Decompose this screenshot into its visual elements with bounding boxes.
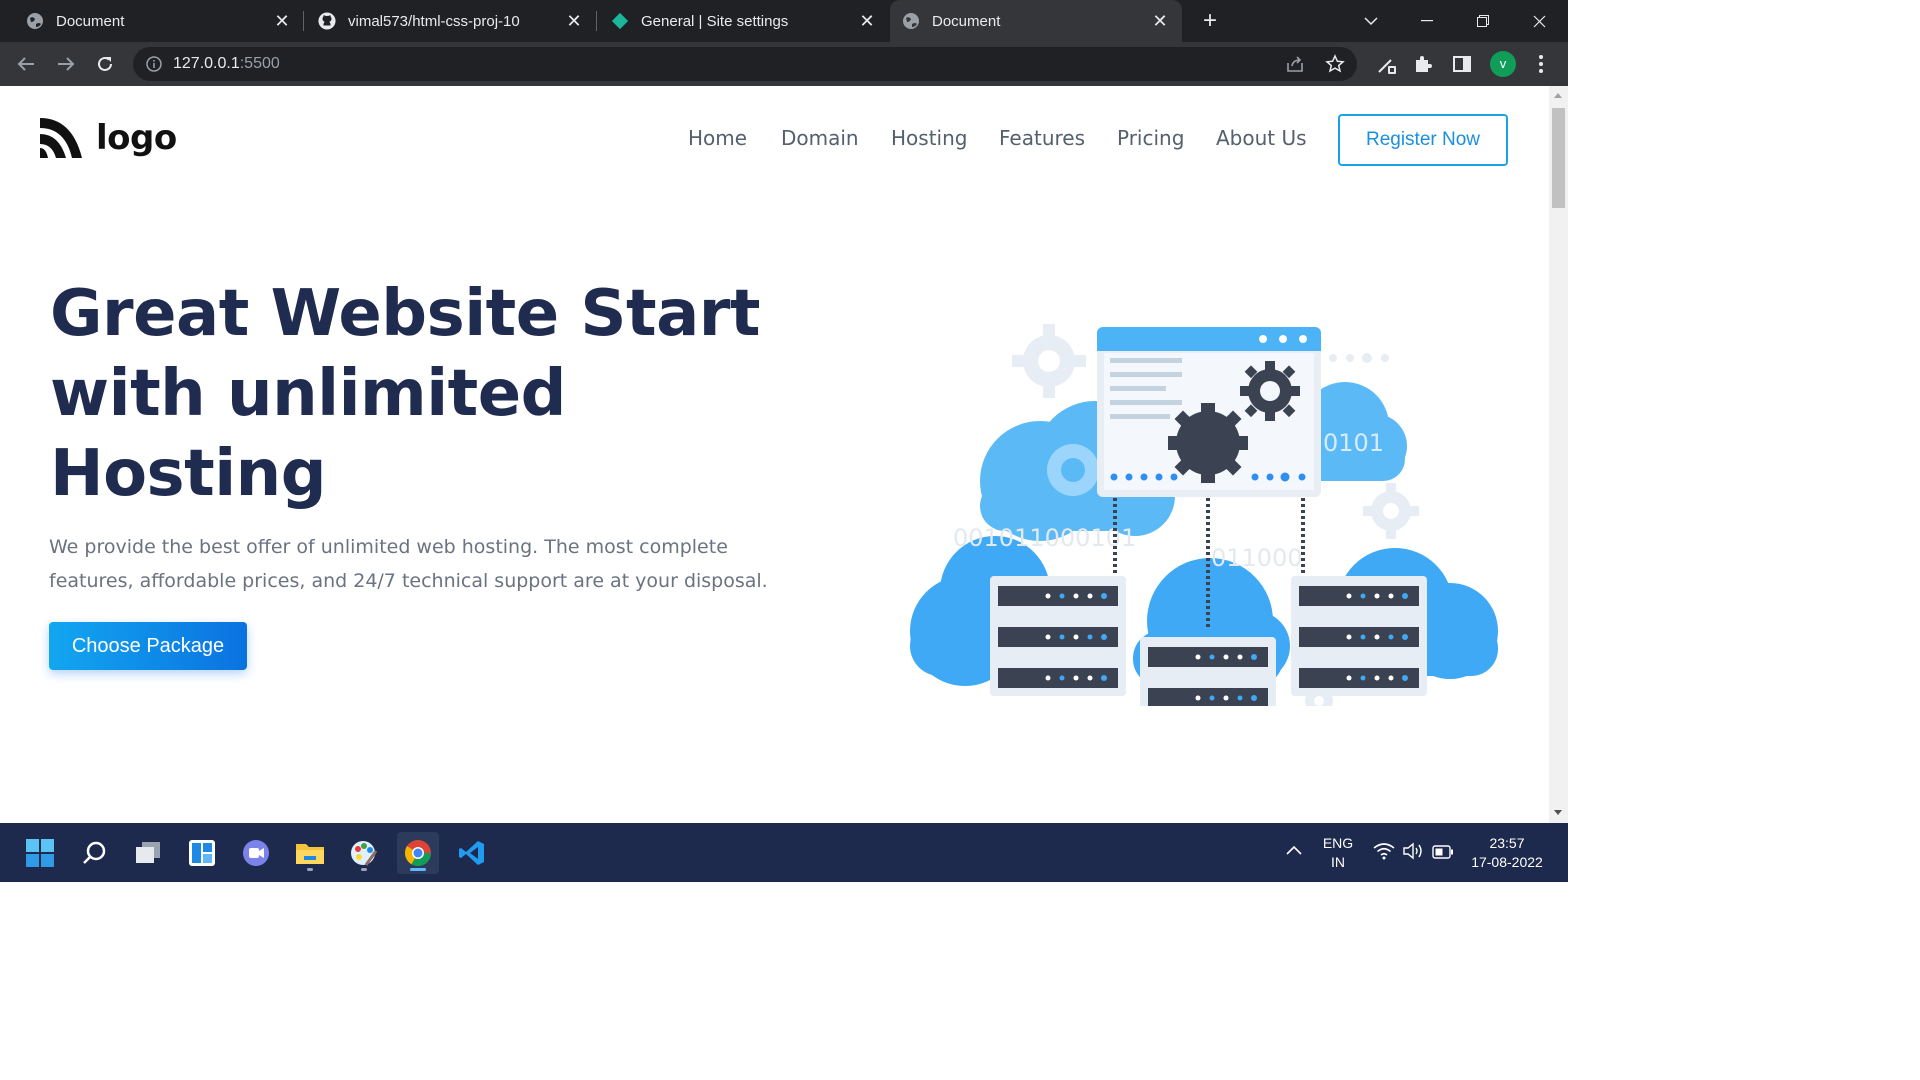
page-scrollbar[interactable] (1549, 86, 1568, 823)
tab-separator (596, 11, 597, 31)
show-hidden-icons-chevron-icon[interactable] (1285, 843, 1303, 861)
browser-tab-3[interactable]: General | Site settings ✕ (599, 0, 889, 42)
close-tab-icon[interactable]: ✕ (857, 11, 877, 31)
active-indicator (410, 868, 426, 871)
task-view-icon[interactable] (127, 832, 169, 874)
running-indicator (361, 868, 367, 871)
diamond-icon (611, 12, 629, 30)
input-language-indicator[interactable]: ENG IN (1318, 834, 1358, 872)
chrome-icon[interactable] (397, 832, 439, 874)
nav-link-home[interactable]: Home (688, 126, 747, 150)
side-panel-icon[interactable] (1448, 50, 1476, 78)
server-rack-right (1291, 576, 1427, 696)
binary-text: 001011000101 (953, 524, 1136, 552)
browser-toolbar: 127.0.0.1:5500 (0, 42, 1568, 86)
teams-chat-icon[interactable] (235, 832, 277, 874)
scrollbar-thumb[interactable] (1552, 108, 1565, 208)
gear-icon (1012, 324, 1086, 398)
volume-icon[interactable] (1402, 842, 1424, 865)
choose-package-button[interactable]: Choose Package (49, 622, 247, 670)
share-icon[interactable] (1285, 55, 1305, 78)
scroll-up-icon[interactable] (1554, 93, 1562, 98)
clock[interactable]: 23:57 17-08-2022 (1462, 834, 1552, 872)
more-menu-icon[interactable] (1527, 50, 1555, 78)
nav-link-domain[interactable]: Domain (781, 126, 859, 150)
close-tab-icon[interactable]: ✕ (1150, 11, 1170, 31)
web-page: logo Home Domain Hosting Features Pricin… (0, 86, 1549, 823)
close-tab-icon[interactable]: ✕ (272, 11, 292, 31)
tab-title: vimal573/html-css-proj-10 (348, 12, 520, 30)
nav-link-pricing[interactable]: Pricing (1117, 126, 1184, 150)
browser-tab-4-active[interactable]: Document ✕ (890, 0, 1182, 42)
windows-start-icon[interactable] (19, 832, 61, 874)
tab-separator (303, 11, 304, 31)
tab-title: Document (56, 12, 125, 30)
browser-window-graphic (1097, 327, 1321, 497)
extensions-puzzle-icon[interactable] (1409, 50, 1437, 78)
running-indicator (307, 868, 313, 871)
nav-link-about-us[interactable]: About Us (1216, 126, 1307, 150)
gear-icon (1168, 403, 1248, 483)
browser-tab-2[interactable]: vimal573/html-css-proj-10 ✕ (306, 0, 596, 42)
binary-text: 011000 (1211, 544, 1303, 572)
back-icon[interactable] (12, 50, 40, 78)
paint-app-icon[interactable] (343, 832, 385, 874)
logo-text: logo (96, 118, 177, 158)
site-info-icon[interactable] (145, 55, 163, 73)
hero-title: Great Website Start with unlimited Hosti… (50, 277, 760, 511)
profile-avatar[interactable]: v (1490, 51, 1516, 77)
logo-mark-icon (40, 118, 82, 158)
tab-title: General | Site settings (641, 12, 789, 30)
nav-link-hosting[interactable]: Hosting (891, 126, 967, 150)
windows-taskbar: ENG IN 23:57 17-08-2022 (0, 823, 1568, 882)
server-rack-center (1140, 637, 1276, 706)
bookmark-star-icon[interactable] (1325, 54, 1345, 79)
register-now-button[interactable]: Register Now (1338, 114, 1508, 166)
github-icon (318, 12, 336, 30)
browser-tab-1[interactable]: Document ✕ (14, 0, 304, 42)
cloud-hosting-illustration: 0101 001011000101 011000 0010101 (910, 324, 1498, 706)
scroll-down-icon[interactable] (1554, 810, 1562, 815)
close-tab-icon[interactable]: ✕ (564, 11, 584, 31)
tab-search-chevron-icon[interactable] (1346, 0, 1396, 42)
hero-description: We provide the best offer of unlimited w… (49, 536, 768, 592)
address-bar[interactable]: 127.0.0.1:5500 (133, 47, 1357, 81)
server-rack-left (990, 576, 1126, 696)
forward-icon[interactable] (52, 50, 80, 78)
tab-title: Document (932, 12, 1001, 30)
vscode-icon[interactable] (451, 832, 493, 874)
reload-icon[interactable] (91, 50, 119, 78)
site-logo[interactable]: logo (38, 114, 177, 162)
wifi-icon[interactable] (1373, 842, 1395, 865)
gear-icon (1363, 483, 1419, 539)
widgets-icon[interactable] (181, 832, 223, 874)
restore-icon[interactable] (1458, 0, 1508, 42)
binary-text: 0101 (1323, 429, 1384, 457)
tab-strip: Document ✕ vimal573/html-css-proj-10 ✕ G… (0, 0, 1568, 42)
globe-icon (902, 12, 920, 30)
eyedropper-extension-icon[interactable] (1373, 50, 1401, 78)
globe-icon (26, 12, 44, 30)
url-text: 127.0.0.1:5500 (173, 55, 280, 72)
new-tab-button[interactable]: + (1196, 7, 1224, 35)
minimize-icon[interactable] (1402, 0, 1452, 42)
file-explorer-icon[interactable] (289, 832, 331, 874)
battery-icon[interactable] (1432, 845, 1454, 864)
search-icon[interactable] (73, 832, 115, 874)
gear-icon (1240, 361, 1300, 421)
nav-link-features[interactable]: Features (999, 126, 1085, 150)
close-window-icon[interactable] (1514, 0, 1564, 42)
